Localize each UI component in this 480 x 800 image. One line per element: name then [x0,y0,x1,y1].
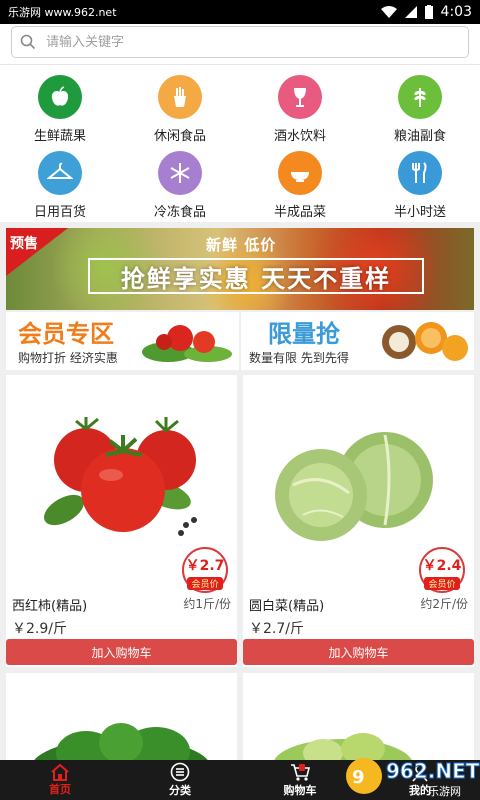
search-icon [20,34,36,50]
category-label: 半成品菜 [273,205,326,220]
category-fresh-produce[interactable]: 生鲜蔬果 [0,75,120,144]
greens-image [34,723,208,760]
category-daily-goods[interactable]: 日用百货 [0,151,120,220]
add-to-cart-button[interactable]: 加入购物车 [243,639,474,665]
hanger-icon [38,151,82,195]
svg-text:9: 9 [352,767,365,788]
member-zone-title: 会员专区 [18,320,114,348]
member-price-label: 会员价 [187,577,223,590]
product-card[interactable]: ￥2.4 会员价 圆白菜(精品) 约2斤/份 ￥2.7/斤 加入购物车 [243,375,474,667]
member-zone-subtitle: 购物打折 经济实惠 [18,351,118,365]
wifi-icon [380,6,397,18]
tab-label: 购物车 [283,784,317,797]
home-icon [51,763,69,781]
category-drinks[interactable]: 酒水饮料 [240,75,360,144]
product-name: 西红柿(精品) [12,599,88,614]
wheat-icon [398,75,442,119]
category-grain-oil[interactable]: 粮油副食 [360,75,480,144]
banner-tagline: 新鲜 低价 [206,236,277,254]
status-bar: 乐游网 www.962.net 4:03 [0,0,480,24]
product-card[interactable] [6,673,237,760]
tab-home[interactable]: 首页 [0,760,120,800]
category-label: 日用百货 [33,205,86,220]
product-card[interactable] [243,673,474,760]
status-source-label: 乐游网 www.962.net [8,6,117,19]
tab-label: 分类 [169,784,191,797]
product-price: ￥2.9/斤 [12,621,67,637]
cutlery-icon [398,151,442,195]
limited-offer-tile[interactable]: 限量抢 数量有限 先到先得 [241,312,474,370]
member-price: ￥2.7 [185,558,225,574]
search-bar [0,24,480,64]
fruits-image [382,322,468,361]
bowl-icon [278,151,322,195]
signal-icon [404,6,417,18]
member-price: ￥2.4 [422,558,462,574]
wine-glass-icon [278,75,322,119]
watermark-text: 乐游网 [428,785,461,798]
limited-offer-subtitle: 数量有限 先到先得 [249,351,349,365]
member-price-label: 会员价 [424,577,460,590]
add-to-cart-button[interactable]: 加入购物车 [6,639,237,665]
category-frozen[interactable]: 冷冻食品 [120,151,240,220]
snowflake-icon [158,151,202,195]
status-time: 4:03 [440,4,472,20]
cart-icon [291,764,311,781]
category-snacks[interactable]: 休闲食品 [120,75,240,144]
battery-icon [424,5,433,19]
member-price-badge: ￥2.4 会员价 [419,547,465,593]
list-icon [170,762,190,782]
limited-offer-title: 限量抢 [268,320,340,348]
category-label: 粮油副食 [393,129,446,144]
member-price-badge: ￥2.7 会员价 [182,547,228,593]
svg-text:962.NET: 962.NET [386,759,480,783]
promo-banner[interactable]: 预售 新鲜 低价 抢鲜享实惠 天天不重样 [6,228,474,310]
category-label: 生鲜蔬果 [33,129,86,144]
tab-label: 首页 [49,783,71,796]
product-price: ￥2.7/斤 [249,621,304,637]
product-name: 圆白菜(精品) [249,599,325,614]
tab-categories[interactable]: 分类 [120,760,240,800]
product-card[interactable]: ￥2.7 会员价 西红柿(精品) 约1斤/份 ￥2.9/斤 加入购物车 [6,375,237,667]
apple-icon [38,75,82,119]
fries-icon [158,75,202,119]
category-grid: 生鲜蔬果 休闲食品 酒水饮料 粮油副食 日用百货 冷冻食品 半成品菜 半小时送 [0,64,480,222]
search-box[interactable] [11,26,469,58]
category-label: 酒水饮料 [273,129,326,144]
lettuce-image [274,733,412,760]
product-unit: 约2斤/份 [420,597,468,611]
category-label: 休闲食品 [153,129,206,144]
site-watermark-logo: 9 962.NET 乐游网 [346,758,480,798]
category-prepared-dishes[interactable]: 半成品菜 [240,151,360,220]
product-unit: 约1斤/份 [183,597,231,611]
presale-label: 预售 [10,236,38,252]
category-label: 半小时送 [393,205,446,220]
vegetables-image [142,325,232,362]
category-half-hour-delivery[interactable]: 半小时送 [360,151,480,220]
search-input[interactable] [46,34,446,50]
category-label: 冷冻食品 [153,205,206,220]
member-zone-tile[interactable]: 会员专区 购物打折 经济实惠 [6,312,239,370]
banner-headline: 抢鲜享实惠 天天不重样 [88,258,424,294]
